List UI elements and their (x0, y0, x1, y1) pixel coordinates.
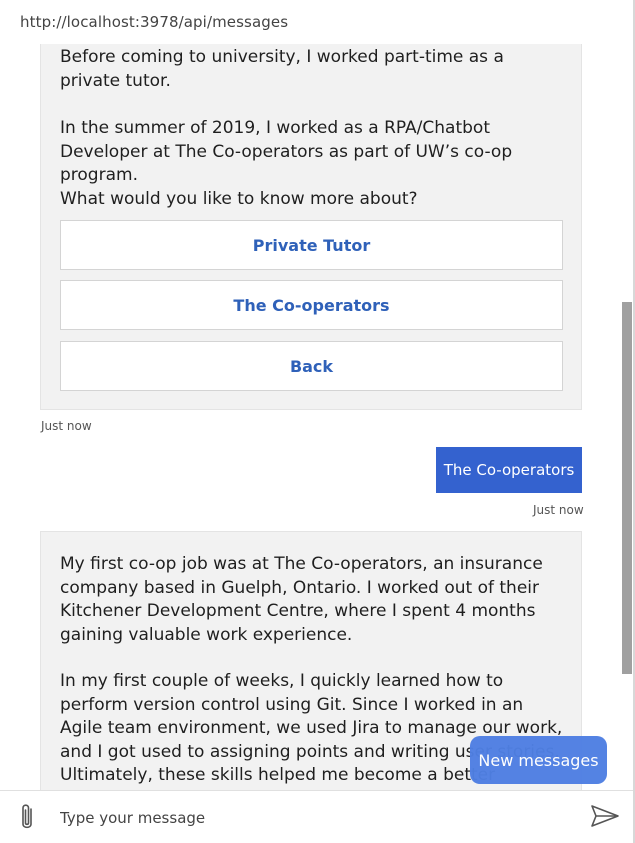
bot-message-timestamp: Just now (41, 419, 92, 433)
attach-button[interactable] (12, 801, 42, 833)
webchat-window: http://localhost:3978/api/messages Befor… (0, 0, 635, 843)
the-co-operators-button[interactable]: The Co-operators (60, 280, 563, 330)
send-box (0, 790, 633, 843)
bot-message-paragraph: In the summer of 2019, I worked as a RPA… (60, 118, 513, 185)
chat-transcript[interactable]: Before coming to university, I worked pa… (0, 0, 620, 790)
scrollbar-thumb[interactable] (622, 302, 632, 674)
url-text: http://localhost:3978/api/messages (20, 13, 289, 31)
back-button[interactable]: Back (60, 341, 563, 391)
bot-message-prompt: What would you like to know more about? (60, 189, 418, 209)
bot-message-paragraph: Before coming to university, I worked pa… (60, 47, 504, 91)
private-tutor-button[interactable]: Private Tutor (60, 220, 563, 270)
bot-message-card: Before coming to university, I worked pa… (40, 30, 582, 410)
send-button[interactable] (588, 801, 622, 831)
user-message-timestamp: Just now (533, 503, 584, 517)
paperclip-icon (22, 804, 32, 829)
bot-message-paragraph: My first co-op job was at The Co-operato… (60, 554, 543, 645)
user-message-bubble: The Co-operators (436, 447, 582, 493)
message-input[interactable] (58, 803, 562, 833)
send-icon (591, 805, 619, 827)
url-bar: http://localhost:3978/api/messages (0, 0, 635, 44)
new-messages-button[interactable]: New messages (470, 736, 607, 784)
